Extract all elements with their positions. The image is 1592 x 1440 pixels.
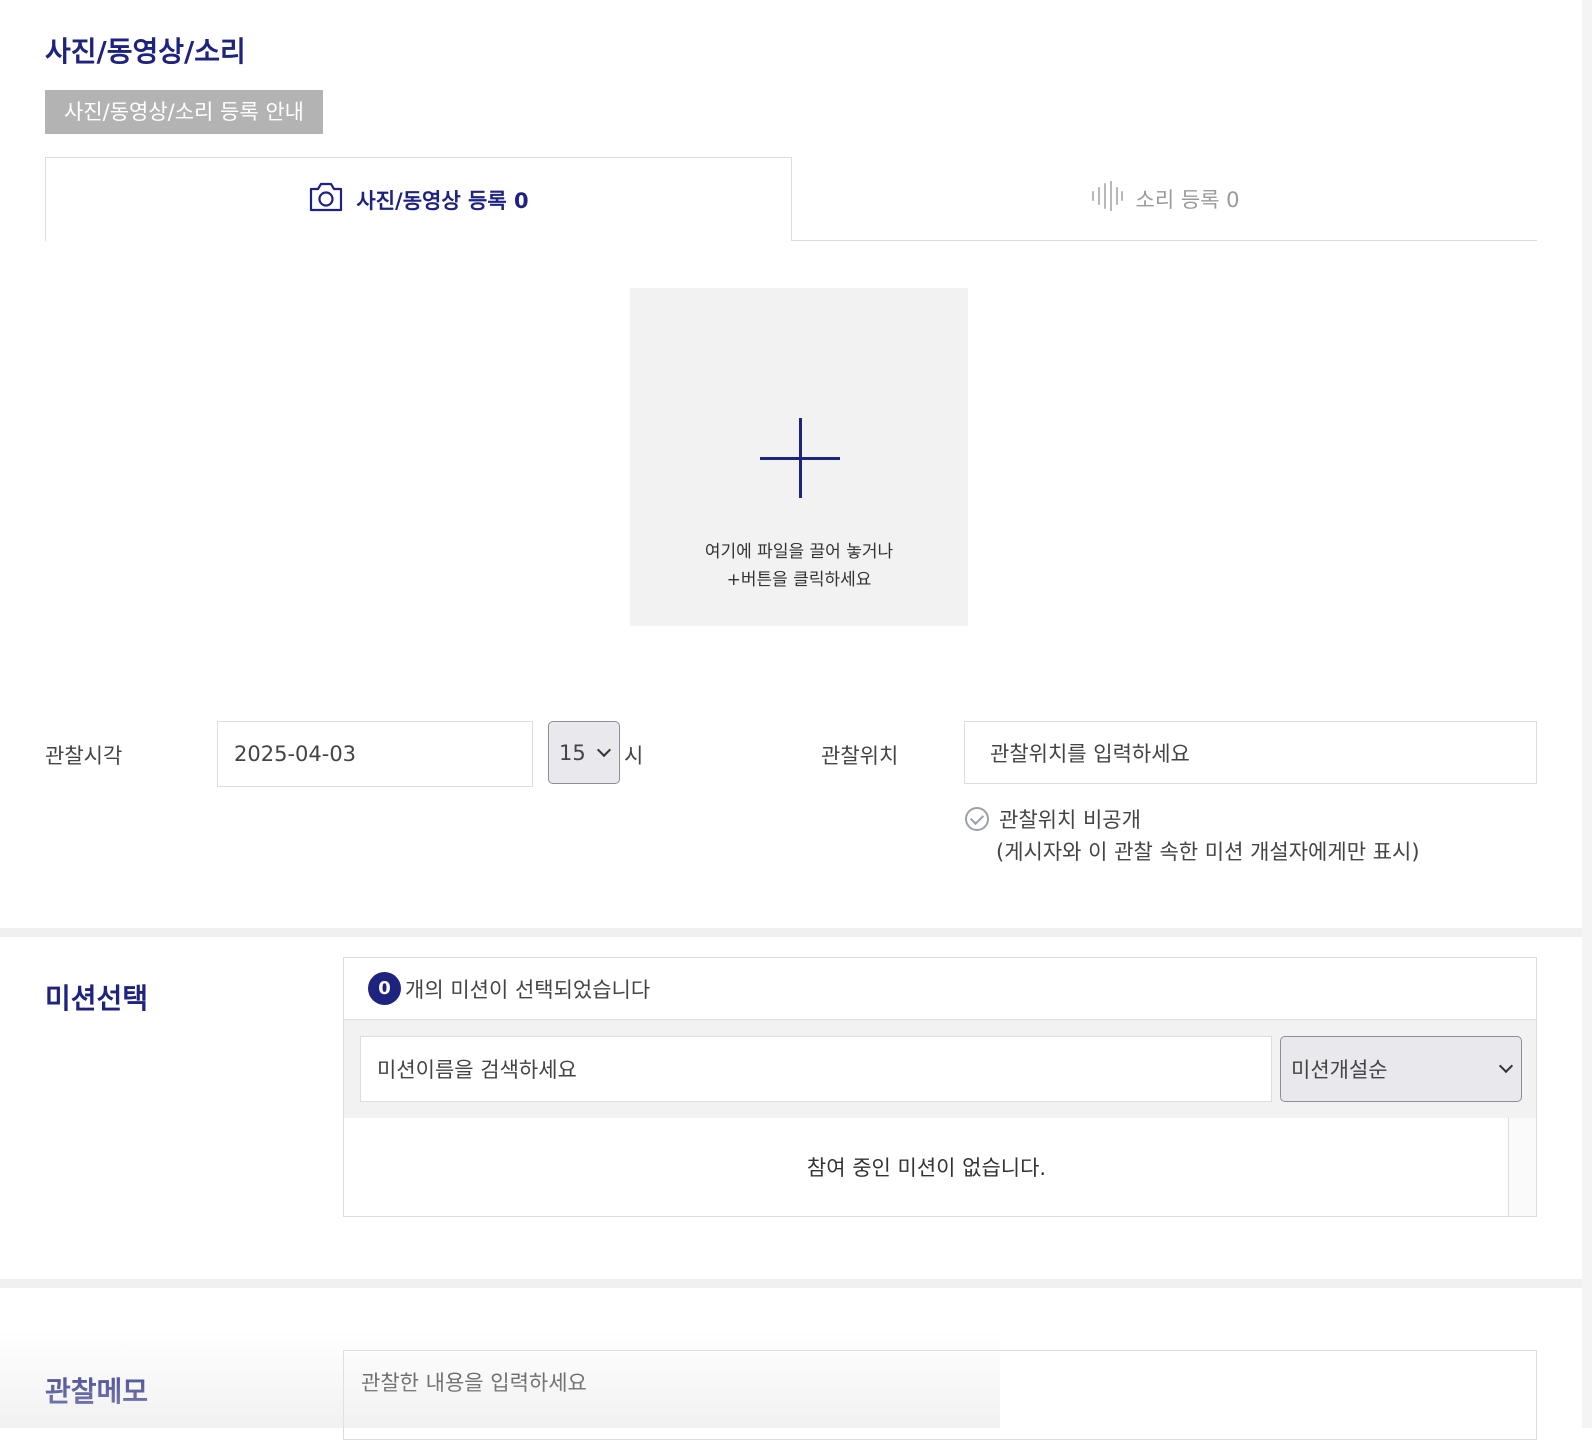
tab-photo-video-label: 사진/동영상 등록 0 <box>356 188 529 213</box>
section-divider <box>0 928 1592 937</box>
observation-location-label: 관찰위치 <box>821 744 899 768</box>
media-section-title: 사진/동영상/소리 <box>45 35 246 68</box>
sound-wave-icon <box>1090 180 1124 216</box>
mission-search-row: 미션이름을 검색하세요 미션개설순 <box>344 1020 1536 1118</box>
mission-selected-text: 개의 미션이 선택되었습니다 <box>405 977 651 1002</box>
mission-sort-value: 미션개설순 <box>1291 1058 1388 1082</box>
mission-count-badge: 0 <box>368 972 401 1005</box>
observation-hour-select[interactable]: 15 <box>548 721 620 784</box>
observation-hour-value: 15 <box>559 740 586 765</box>
location-private-check-icon[interactable] <box>965 807 989 831</box>
location-private-label[interactable]: 관찰위치 비공개 <box>999 804 1141 834</box>
hour-unit-label: 시 <box>624 744 644 768</box>
chevron-down-icon <box>1498 1058 1514 1074</box>
mission-section-title: 미션선택 <box>45 982 149 1015</box>
mission-selected-summary: 0 개의 미션이 선택되었습니다 <box>344 958 1536 1020</box>
mission-search-input[interactable]: 미션이름을 검색하세요 <box>360 1036 1272 1102</box>
drop-zone-hint: 여기에 파일을 끌어 놓거나 +버튼을 클릭하세요 <box>630 538 968 594</box>
tab-photo-video[interactable]: 사진/동영상 등록 0 <box>45 157 792 241</box>
tab-sound[interactable]: 소리 등록 0 <box>792 157 1537 240</box>
add-file-icon[interactable] <box>760 418 840 498</box>
mission-panel: 0 개의 미션이 선택되었습니다 미션이름을 검색하세요 미션개설순 참여 중인… <box>343 957 1537 1217</box>
observation-location-input[interactable]: 관찰위치를 입력하세요 <box>964 721 1537 784</box>
tab-sound-label: 소리 등록 0 <box>1135 187 1240 212</box>
page-edge <box>1582 0 1592 1428</box>
observation-time-label: 관찰시각 <box>45 744 123 768</box>
location-private-note: (게시자와 이 관찰 속한 미션 개설자에게만 표시) <box>996 840 1420 864</box>
media-guide-button[interactable]: 사진/동영상/소리 등록 안내 <box>45 90 323 134</box>
chevron-down-icon <box>596 742 612 757</box>
memo-section-title: 관찰메모 <box>45 1375 149 1408</box>
mission-empty-message: 참여 중인 미션이 없습니다. <box>806 1156 1047 1180</box>
observation-memo-textarea[interactable]: 관찰한 내용을 입력하세요 <box>343 1350 1537 1440</box>
mission-sort-select[interactable]: 미션개설순 <box>1280 1036 1522 1102</box>
observation-date-input[interactable]: 2025-04-03 <box>217 721 533 787</box>
file-drop-zone[interactable]: 여기에 파일을 끌어 놓거나 +버튼을 클릭하세요 <box>630 288 968 626</box>
drop-zone-hint-line1: 여기에 파일을 끌어 놓거나 <box>704 542 894 562</box>
drop-zone-hint-line2: +버튼을 클릭하세요 <box>726 570 872 590</box>
mission-list-scrollbar[interactable] <box>1508 1118 1536 1216</box>
section-divider <box>0 1279 1592 1288</box>
camera-icon <box>308 181 344 218</box>
